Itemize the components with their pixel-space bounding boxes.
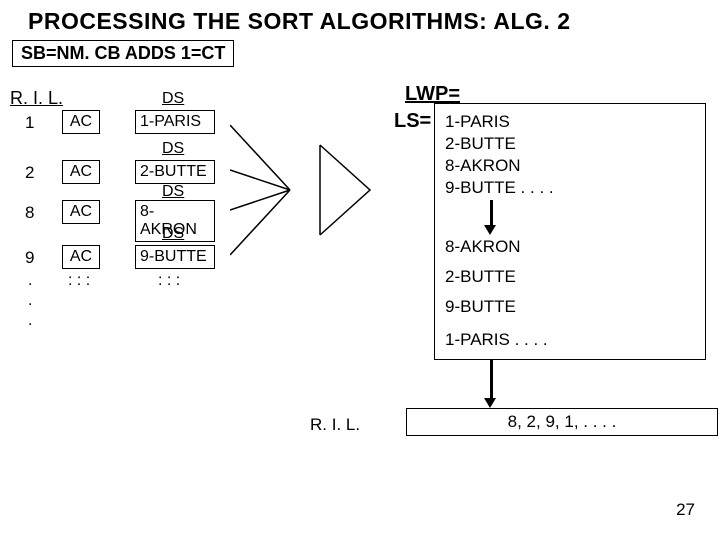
ls-label: LS=: [394, 110, 431, 133]
ds-box-9: 9-BUTTE: [135, 245, 215, 269]
ls-line-4: 9-BUTTE . . . .: [445, 178, 554, 198]
ds-label-2: DS: [162, 140, 184, 158]
ac-box-9: AC: [62, 245, 100, 269]
merge-arrow-icon: [230, 115, 390, 285]
ril-dot-1: .: [28, 272, 32, 290]
sorted-line-2: 2-BUTTE: [445, 267, 516, 287]
ds-label-8: DS: [162, 183, 184, 201]
ril-num-8: 8: [25, 203, 34, 223]
ril-num-9: 9: [25, 248, 34, 268]
ds-box-1: 1-PARIS: [135, 110, 215, 134]
ds-dots: : : :: [158, 272, 180, 290]
ds-label-9: DS: [162, 225, 184, 243]
ril2-label: R. I. L.: [310, 415, 360, 435]
ac-box-1: AC: [62, 110, 100, 134]
ril-num-2: 2: [25, 163, 34, 183]
ls-line-2: 2-BUTTE: [445, 134, 516, 154]
result-box: 8, 2, 9, 1, . . . .: [406, 408, 718, 436]
ril-dot-3: .: [28, 312, 32, 330]
ac-box-2: AC: [62, 160, 100, 184]
ls-line-1: 1-PARIS: [445, 112, 510, 132]
subtitle-box: SB=NM. CB ADDS 1=CT: [12, 40, 234, 67]
ril-dot-2: .: [28, 292, 32, 310]
ac-dots: : : :: [68, 272, 90, 290]
ds-label-1: DS: [162, 90, 184, 108]
page-title: PROCESSING THE SORT ALGORITHMS: ALG. 2: [28, 8, 571, 35]
sorted-line-3: 9-BUTTE: [445, 297, 516, 317]
arrow-down-icon-2: [488, 360, 496, 408]
arrow-down-icon-1: [488, 200, 496, 235]
ril-num-1: 1: [25, 113, 34, 133]
sorted-line-1: 8-AKRON: [445, 237, 521, 257]
ac-box-8: AC: [62, 200, 100, 224]
sorted-line-4: 1-PARIS . . . .: [445, 330, 548, 350]
page-number: 27: [676, 500, 695, 520]
ls-line-3: 8-AKRON: [445, 156, 521, 176]
ds-box-2: 2-BUTTE: [135, 160, 215, 184]
ril-label: R. I. L.: [10, 88, 63, 109]
